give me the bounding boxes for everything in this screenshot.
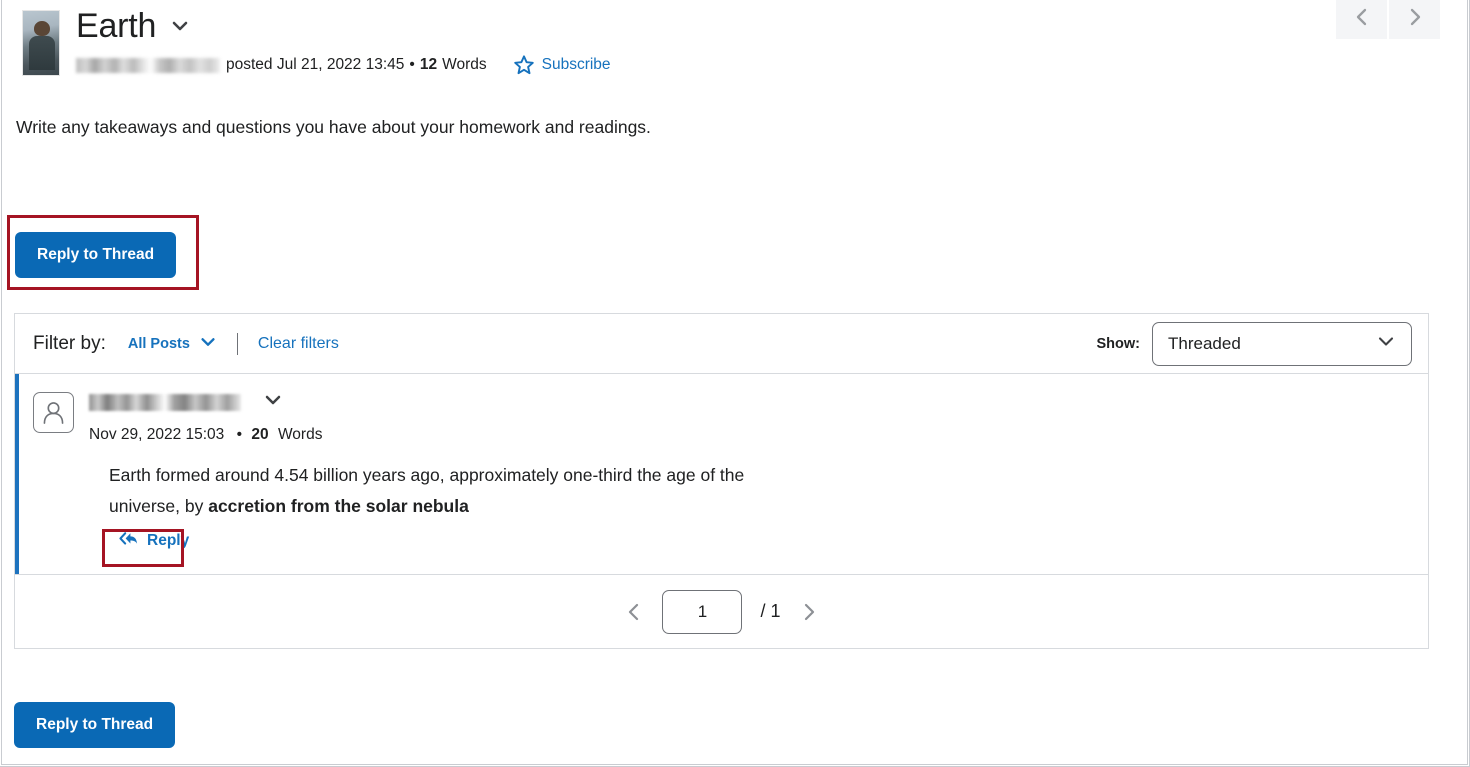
post-word-label: Words (277, 426, 323, 443)
post-header-text: Nov 29, 2022 15:03 • 20 Words (89, 390, 322, 444)
post-word-count: 20 (251, 426, 269, 443)
all-posts-filter-label: All Posts (127, 335, 190, 352)
next-thread-button[interactable] (1389, 0, 1440, 39)
pagination-next-button[interactable] (799, 600, 819, 624)
chevron-left-icon (1352, 6, 1372, 33)
reply-to-thread-button-bottom[interactable]: Reply to Thread (14, 702, 176, 748)
thread-nav-arrows (1336, 0, 1440, 39)
post-timestamp: Nov 29, 2022 15:03 (89, 426, 225, 443)
page-title: Earth (76, 7, 157, 45)
subscribe-button[interactable]: Subscribe (513, 54, 611, 76)
filter-divider (236, 332, 238, 355)
chevron-down-icon (1376, 331, 1396, 356)
chevron-right-icon (1405, 6, 1425, 33)
posts-container: Filter by: All Posts Clear filters Show:… (14, 313, 1429, 649)
thread-header-row: Earth posted Jul 21, 2022 13:45 • 12 Wor… (0, 6, 1469, 76)
page-number-input[interactable] (662, 589, 743, 634)
annotation-highlight-reply-link (102, 529, 184, 567)
thread-meta: posted Jul 21, 2022 13:45 • 12 Words Sub… (76, 54, 611, 76)
post-author-line (89, 390, 322, 414)
post-list: Nov 29, 2022 15:03 • 20 Words Earth form… (15, 374, 1428, 575)
thread-word-count: 12 (419, 56, 438, 73)
filter-bar: Filter by: All Posts Clear filters Show:… (15, 314, 1428, 374)
posted-date: posted Jul 21, 2022 13:45 (226, 56, 405, 73)
meta-separator: • (236, 426, 243, 443)
meta-separator: • (409, 56, 415, 73)
post-author-name-redacted (89, 393, 241, 411)
thread-header-text: Earth posted Jul 21, 2022 13:45 • 12 Wor… (76, 6, 611, 76)
chevron-down-icon[interactable] (263, 390, 283, 415)
user-photo-avatar (22, 10, 60, 76)
post-meta: Nov 29, 2022 15:03 • 20 Words (89, 426, 322, 444)
page-total-label: / 1 (760, 601, 781, 621)
screenshot-frame: Earth posted Jul 21, 2022 13:45 • 12 Wor… (0, 0, 1470, 767)
clear-filters-link[interactable]: Clear filters (258, 335, 339, 353)
pagination-bar: / 1 (15, 575, 1428, 648)
show-mode-select[interactable]: Threaded (1152, 321, 1412, 366)
thread-header: Earth posted Jul 21, 2022 13:45 • 12 Wor… (0, 0, 1469, 76)
thread-description: Write any takeaways and questions you ha… (16, 117, 651, 137)
chevron-down-icon[interactable] (170, 16, 190, 36)
pagination-previous-button[interactable] (624, 600, 644, 624)
post-header: Nov 29, 2022 15:03 • 20 Words (19, 390, 1428, 444)
all-posts-filter-dropdown[interactable]: All Posts (128, 333, 217, 355)
star-icon (513, 54, 535, 76)
chevron-down-icon (199, 333, 217, 355)
thread-title-line: Earth (76, 6, 611, 46)
thread-word-label: Words (442, 56, 487, 73)
post-body-bold-text: accretion from the solar nebula (208, 496, 469, 516)
user-silhouette-icon (33, 392, 74, 433)
previous-thread-button[interactable] (1336, 0, 1387, 39)
filter-by-label: Filter by: (33, 332, 106, 354)
post-body: Earth formed around 4.54 billion years a… (19, 460, 809, 522)
show-mode-value: Threaded (1168, 333, 1241, 353)
author-name-redacted (76, 57, 220, 73)
subscribe-label: Subscribe (541, 56, 611, 73)
post-item: Nov 29, 2022 15:03 • 20 Words Earth form… (15, 374, 1428, 574)
reply-to-thread-button-top[interactable]: Reply to Thread (15, 232, 177, 278)
show-label: Show: (1096, 335, 1141, 352)
show-control-group: Show: Threaded (1096, 321, 1415, 366)
